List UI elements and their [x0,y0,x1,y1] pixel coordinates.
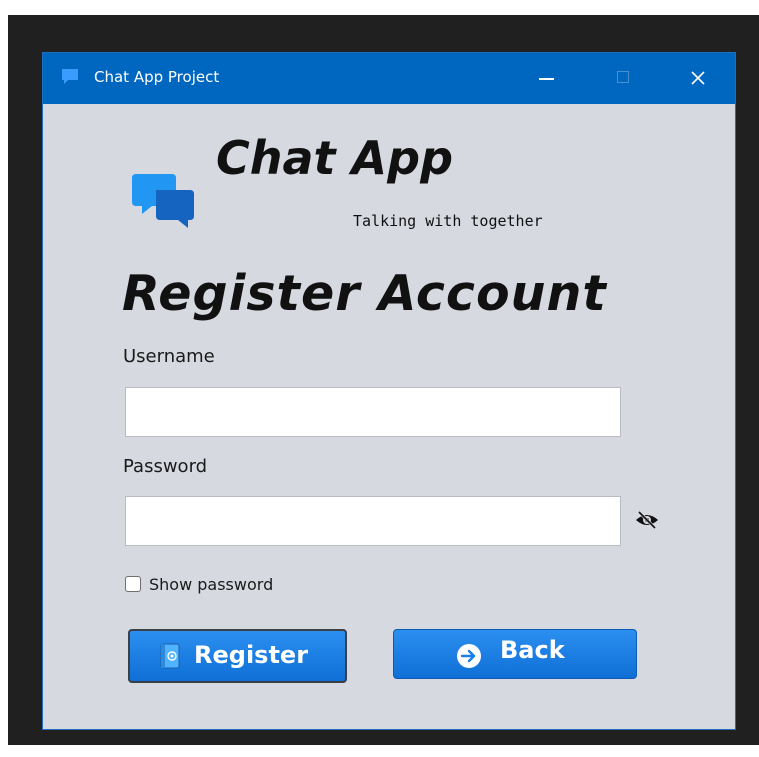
back-button[interactable]: Back [393,629,637,679]
contact-card-icon [160,643,180,669]
maximize-icon[interactable] [598,53,646,104]
tagline: Talking with together [353,212,543,230]
minimize-icon[interactable] [522,53,570,104]
eye-slash-icon[interactable] [635,510,659,530]
chat-bubble-icon [62,69,78,84]
app-window: Chat App Project Chat App Talking with t… [42,52,736,730]
chat-bubbles-icon [132,174,194,228]
password-input[interactable] [125,496,621,546]
window-title: Chat App Project [94,68,220,86]
close-icon[interactable] [674,53,722,104]
app-name: Chat App [216,131,454,185]
username-input[interactable] [125,387,621,437]
password-label: Password [123,456,208,477]
show-password-label[interactable]: Show password [149,575,273,594]
show-password-checkbox[interactable] [125,576,141,592]
title-bar[interactable]: Chat App Project [43,53,735,104]
register-button[interactable]: Register [128,629,347,683]
arrow-right-icon [457,644,481,668]
page-title: Register Account [122,265,607,322]
back-label: Back [500,636,565,664]
username-label: Username [123,346,215,367]
register-label: Register [194,641,309,669]
